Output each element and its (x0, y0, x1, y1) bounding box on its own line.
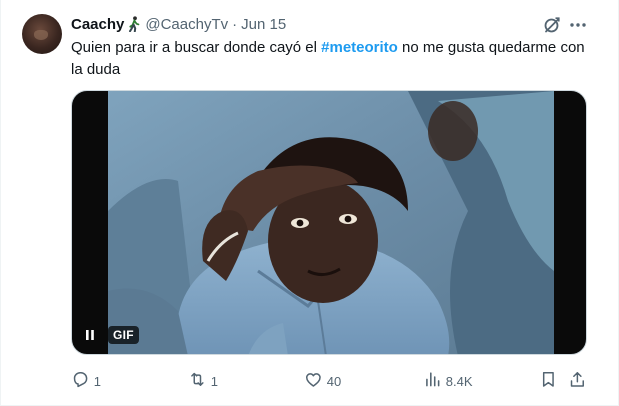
hashtag-link[interactable]: #meteorito (321, 39, 398, 56)
card-left-border (0, 0, 1, 406)
bookmark-icon (539, 370, 558, 392)
share-icon (568, 370, 587, 392)
like-count: 40 (326, 373, 342, 389)
reply-count: 1 (93, 373, 101, 389)
separator-dot: · (232, 15, 238, 33)
views-icon (423, 370, 442, 392)
reply-button[interactable]: 1 (71, 370, 101, 392)
heart-icon (304, 370, 323, 392)
share-button[interactable] (568, 370, 587, 392)
gif-controls: GIF (82, 324, 139, 346)
gif-badge: GIF (108, 326, 139, 344)
author-handle[interactable]: @CaachyTv (145, 16, 228, 33)
person-walking-icon (127, 16, 141, 32)
bookmark-button[interactable] (539, 370, 558, 392)
retweet-button[interactable]: 1 (188, 370, 218, 392)
tweet-text-before: Quien para ir a buscar donde cayó el (71, 39, 322, 56)
avatar[interactable] (22, 14, 62, 54)
pause-icon[interactable] (82, 327, 98, 343)
gif-media[interactable]: GIF (71, 90, 587, 355)
grok-icon[interactable] (542, 15, 562, 35)
tweet-text: Quien para ir a buscar donde cayó el #me… (71, 37, 591, 81)
gif-frame (108, 91, 554, 354)
more-icon[interactable] (568, 15, 588, 35)
retweet-icon (188, 370, 207, 392)
retweet-count: 1 (210, 373, 218, 389)
tweet-date[interactable]: Jun 15 (241, 16, 286, 33)
views-button[interactable]: 8.4K (423, 370, 473, 392)
action-bar: 1 1 40 8.4K (71, 370, 591, 392)
views-count: 8.4K (445, 373, 473, 389)
display-name[interactable]: Caachy (71, 16, 124, 33)
like-button[interactable]: 40 (304, 370, 341, 392)
tweet-header: Caachy @CaachyTv · Jun 15 (71, 14, 286, 34)
reply-icon (71, 370, 90, 392)
